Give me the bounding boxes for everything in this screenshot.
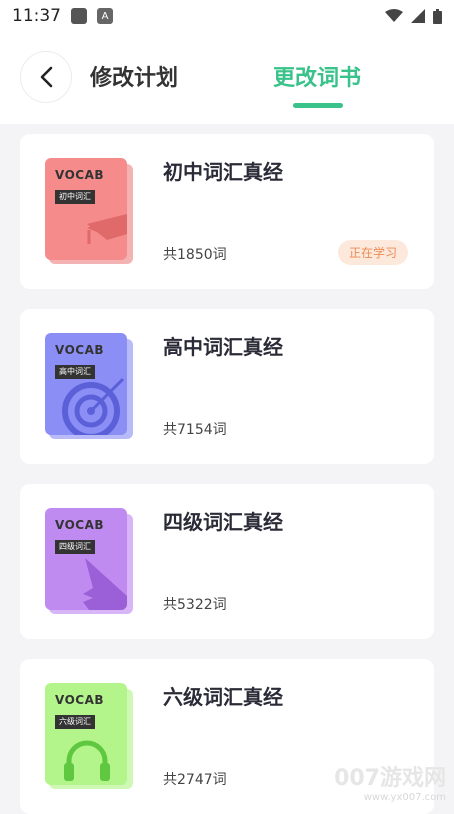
status-badge: 正在学习 [337,240,408,265]
book-title: 高中词汇真经 [163,335,283,359]
cover-label: 六级词汇 [55,715,95,729]
tab-change-book[interactable]: 更改词书 [273,60,361,92]
tab-modify-plan[interactable]: 修改计划 [90,60,178,92]
cover-vocab-text: VOCAB [55,168,105,182]
watermark-main: 007游戏网 [334,766,446,791]
active-tab-indicator [293,103,343,108]
battery-icon [433,8,442,24]
cover-label: 初中词汇 [55,190,95,204]
word-count: 共2747词 [163,772,227,788]
book-title: 六级词汇真经 [163,685,283,709]
wifi-icon [385,9,403,22]
book-title: 初中词汇真经 [163,160,283,184]
back-button[interactable] [20,51,72,103]
book-card[interactable]: VOCAB 初中词汇 初中词汇真经 共1850词 正在学习 [20,134,434,289]
header-bar: 修改计划 更改词书 [0,32,454,124]
book-cover: VOCAB 四级词汇 [45,508,133,614]
cover-vocab-text: VOCAB [55,693,105,707]
cover-label: 四级词汇 [55,540,95,554]
cover-label: 高中词汇 [55,365,95,379]
watermark-sub: www.yx007.com [363,792,446,803]
status-time: 11:37 [12,6,61,26]
signal-icon [411,9,425,23]
word-count: 共5322词 [163,597,227,613]
book-title: 四级词汇真经 [163,510,283,534]
cover-vocab-text: VOCAB [55,518,105,532]
book-card[interactable]: VOCAB 四级词汇 四级词汇真经 共5322词 [20,484,434,639]
book-cover: VOCAB 六级词汇 [45,683,133,789]
book-cover: VOCAB 初中词汇 [45,158,133,264]
word-count: 共1850词 [163,247,227,263]
app-notification-icon [71,8,87,24]
book-cover: VOCAB 高中词汇 [45,333,133,439]
watermark: 007游戏网 www.yx007.com [334,760,446,803]
book-card[interactable]: VOCAB 高中词汇 高中词汇真经 共7154词 [20,309,434,464]
status-bar: 11:37 A [0,0,454,32]
a-notification-icon: A [97,8,113,24]
word-count: 共7154词 [163,422,227,438]
chevron-left-icon [40,66,53,88]
cover-vocab-text: VOCAB [55,343,105,357]
